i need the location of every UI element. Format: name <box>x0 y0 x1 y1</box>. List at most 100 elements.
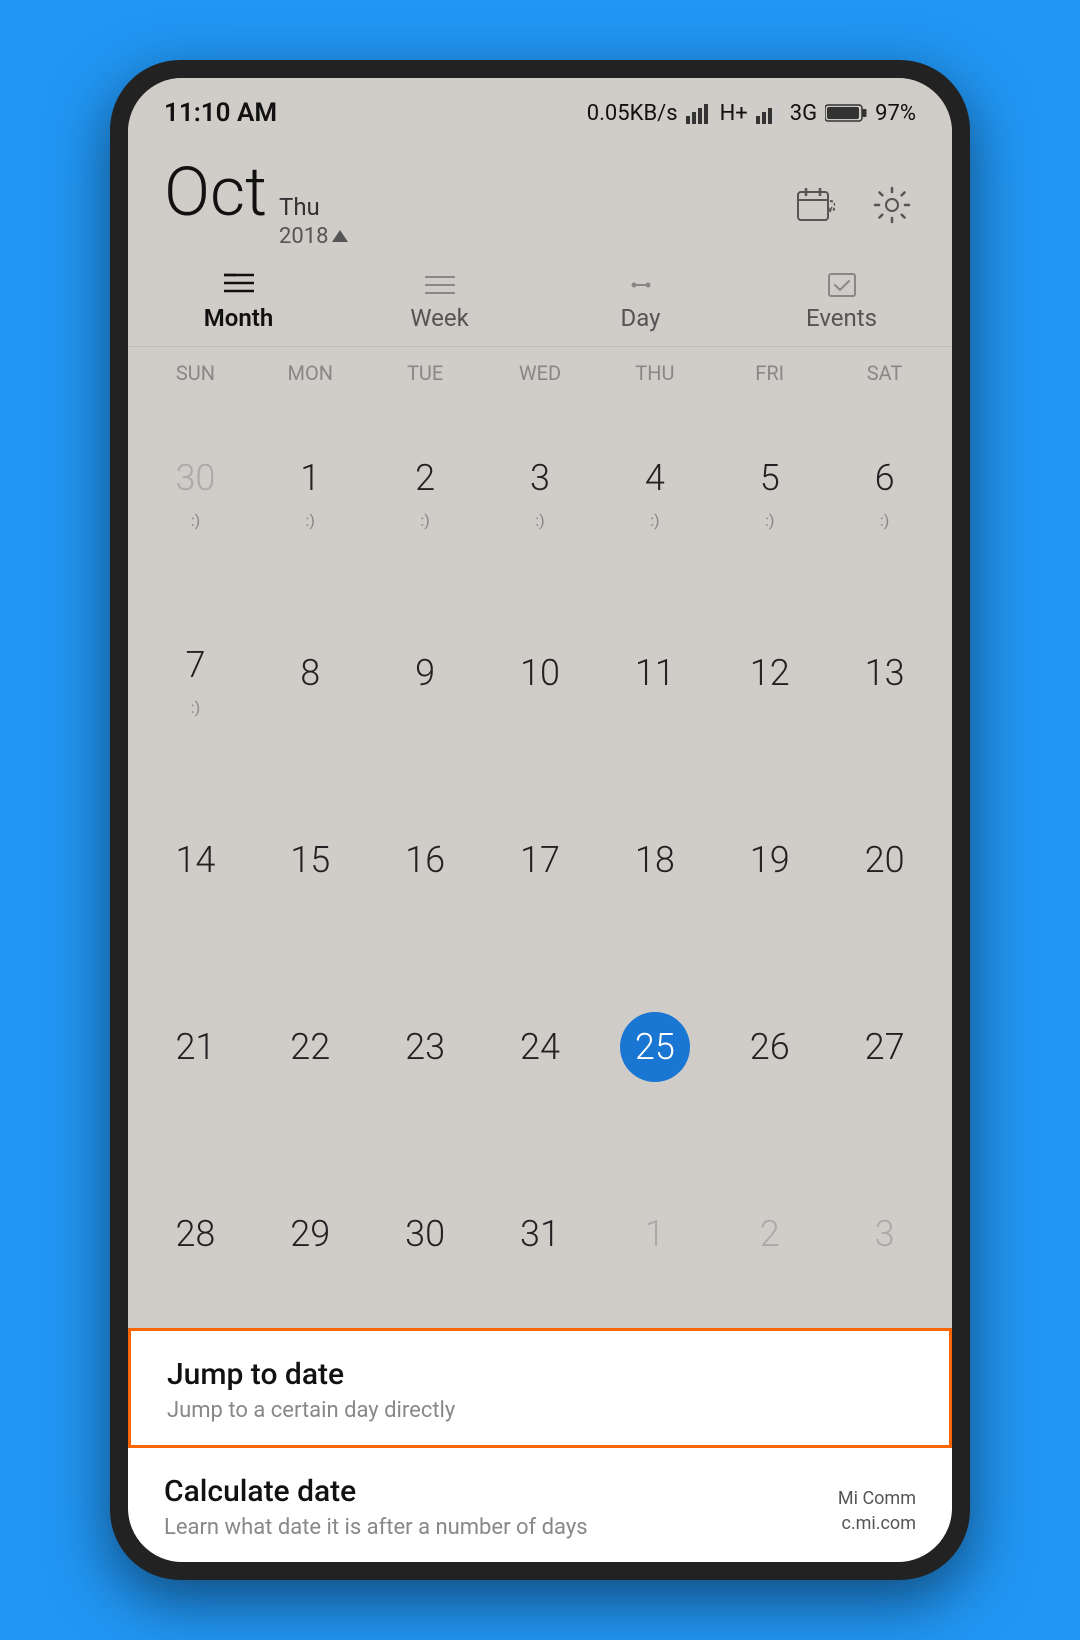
day-header-fri: FRI <box>712 357 827 389</box>
day-header-sun: SUN <box>138 357 253 389</box>
calendar-day[interactable]: 19 <box>712 817 827 903</box>
day-of-week: Thu <box>279 192 348 223</box>
day-number: 30 <box>390 1199 460 1269</box>
calendar-day[interactable]: 1:) <box>253 435 368 538</box>
calendar-day[interactable]: 27 <box>827 1004 942 1090</box>
calendar-day[interactable]: 6:) <box>827 435 942 538</box>
calendar-day[interactable]: 3 <box>827 1191 942 1277</box>
calendar-week-1: 7:)89 10 11 1213 <box>138 580 942 767</box>
year-arrow: 2018 <box>279 223 348 252</box>
settings-button[interactable] <box>868 181 916 229</box>
day-tab-label: Day <box>621 304 661 332</box>
day-number: 17 <box>505 825 575 895</box>
battery-pct: 97% <box>875 101 916 126</box>
event-dot: :) <box>191 698 200 717</box>
day-number: 14 <box>160 825 230 895</box>
month-tab-label: Month <box>204 304 273 332</box>
calendar-day[interactable]: 1 <box>597 1191 712 1277</box>
calendar-day[interactable]: 25 <box>597 1004 712 1090</box>
day-header-tue: TUE <box>368 357 483 389</box>
calendar-day[interactable]: 30 <box>368 1191 483 1277</box>
jump-to-date-subtitle: Jump to a certain day directly <box>167 1398 913 1423</box>
header-icons <box>792 181 916 229</box>
day-number: 6 <box>850 443 920 513</box>
calendar-day[interactable]: 13 <box>827 630 942 716</box>
tab-day[interactable]: Day <box>540 262 741 346</box>
day-tab-icon <box>626 272 656 298</box>
status-bar: 11:10 AM 0.05KB/s H+ <box>128 78 952 138</box>
calendar-day[interactable]: 12 <box>712 630 827 716</box>
month-tab-icon <box>224 272 254 298</box>
day-number: 30 <box>160 443 230 513</box>
calendar-day[interactable]: 11 <box>597 630 712 716</box>
day-number: 15 <box>275 825 345 895</box>
calendar-day[interactable]: 2:) <box>368 435 483 538</box>
calendar-day[interactable]: 18 <box>597 817 712 903</box>
notch <box>480 60 600 70</box>
day-number: 23 <box>390 1012 460 1082</box>
tab-events[interactable]: Events <box>741 262 942 346</box>
week-tab-icon <box>425 272 455 298</box>
day-number: 11 <box>620 638 690 708</box>
calendar-day[interactable]: 31 <box>483 1191 598 1277</box>
day-header-sat: SAT <box>827 357 942 389</box>
calculate-date-item[interactable]: Calculate date Learn what date it is aft… <box>128 1448 952 1562</box>
calendar-day[interactable]: 16 <box>368 817 483 903</box>
phone-screen: 11:10 AM 0.05KB/s H+ <box>128 78 952 1562</box>
day-header-wed: WED <box>483 357 598 389</box>
calendar-day[interactable]: 24 <box>483 1004 598 1090</box>
bottom-menu: Jump to date Jump to a certain day direc… <box>128 1328 952 1562</box>
status-right: 0.05KB/s H+ <box>587 101 916 126</box>
calendar-sync-button[interactable] <box>792 181 840 229</box>
day-number: 21 <box>160 1012 230 1082</box>
calendar-week-4: 28 29 30 31 123 <box>138 1141 942 1328</box>
event-dot: :) <box>650 511 659 530</box>
calendar-day[interactable]: 21 <box>138 1004 253 1090</box>
day-number: 25 <box>620 1012 690 1082</box>
calendar-day[interactable]: 4:) <box>597 435 712 538</box>
status-time: 11:10 AM <box>164 98 277 128</box>
calendar-day[interactable]: 30:) <box>138 435 253 538</box>
calendar-day[interactable]: 28 <box>138 1191 253 1277</box>
app-header: Oct Thu 2018 <box>128 138 952 262</box>
event-dot: :) <box>191 511 200 530</box>
watermark: Mi Comm c.mi.com <box>838 1486 916 1536</box>
day-number: 31 <box>505 1199 575 1269</box>
watermark-line1: Mi Comm <box>838 1486 916 1511</box>
day-number: 4 <box>620 443 690 513</box>
calendar-day[interactable]: 14 <box>138 817 253 903</box>
calendar-day[interactable]: 26 <box>712 1004 827 1090</box>
calendar-day[interactable]: 17 <box>483 817 598 903</box>
day-number: 9 <box>390 638 460 708</box>
day-header-thu: THU <box>597 357 712 389</box>
calendar-day[interactable]: 8 <box>253 630 368 716</box>
day-number: 27 <box>850 1012 920 1082</box>
calendar-day[interactable]: 9 <box>368 630 483 716</box>
calendar-day[interactable]: 29 <box>253 1191 368 1277</box>
calendar-day[interactable]: 10 <box>483 630 598 716</box>
tab-week[interactable]: Week <box>339 262 540 346</box>
calendar-day[interactable]: 20 <box>827 817 942 903</box>
event-dot: :) <box>420 511 429 530</box>
month-title-group[interactable]: Oct Thu 2018 <box>164 158 348 252</box>
day-number: 29 <box>275 1199 345 1269</box>
day-number: 1 <box>620 1199 690 1269</box>
tab-month[interactable]: Month <box>138 262 339 346</box>
day-number: 26 <box>735 1012 805 1082</box>
signal-icon <box>686 102 712 124</box>
day-number: 1 <box>275 443 345 513</box>
calendar-day[interactable]: 3:) <box>483 435 598 538</box>
jump-to-date-title: Jump to date <box>167 1357 913 1392</box>
network-type: H+ <box>720 101 748 126</box>
expand-arrow-icon <box>332 230 348 242</box>
day-number: 10 <box>505 638 575 708</box>
calendar-day[interactable]: 23 <box>368 1004 483 1090</box>
calendar-day[interactable]: 7:) <box>138 622 253 725</box>
calendar-day[interactable]: 2 <box>712 1191 827 1277</box>
day-number: 2 <box>735 1199 805 1269</box>
jump-to-date-item[interactable]: Jump to date Jump to a certain day direc… <box>128 1328 952 1448</box>
calendar-day[interactable]: 15 <box>253 817 368 903</box>
calendar-day[interactable]: 5:) <box>712 435 827 538</box>
view-tabs: Month Week <box>128 262 952 347</box>
calendar-day[interactable]: 22 <box>253 1004 368 1090</box>
